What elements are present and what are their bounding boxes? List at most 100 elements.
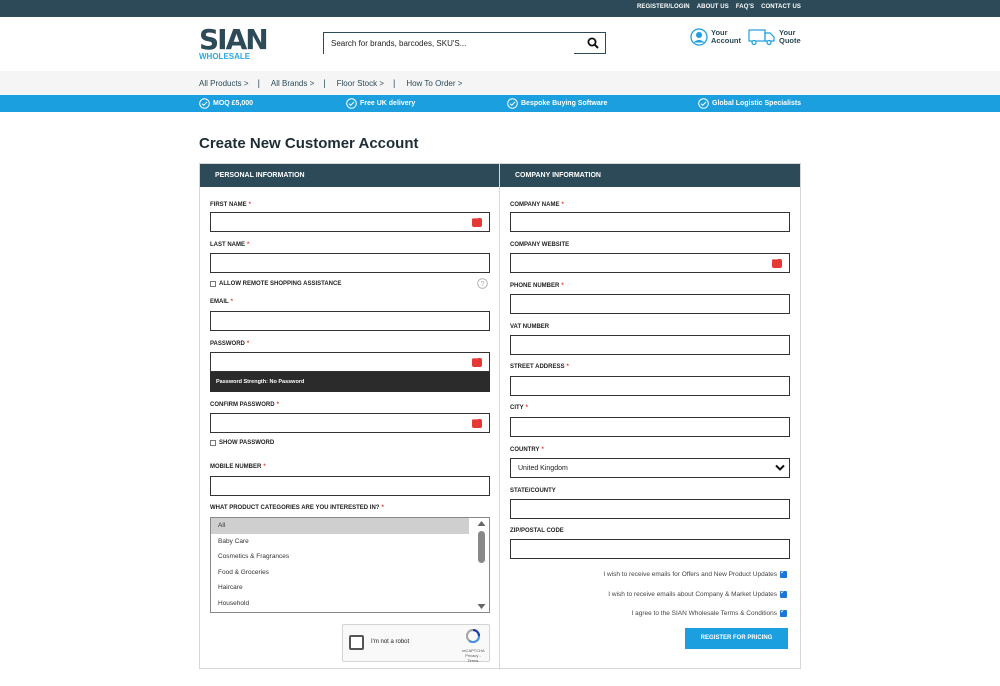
usp-item: Free UK delivery (346, 98, 415, 109)
nav-all-brands[interactable]: All Brands > (271, 79, 314, 88)
usp-text: MOQ £5,000 (213, 100, 254, 107)
country-value: United Kingdom (518, 465, 568, 472)
nav-how-to-order[interactable]: How To Order > (406, 79, 462, 88)
confirm-password-input[interactable] (210, 413, 490, 433)
street-label: STREET ADDRESS * (510, 364, 569, 370)
first-name-input[interactable] (210, 212, 490, 232)
usp-text: Global Logistic Specialists (712, 100, 802, 107)
company-info-section: COMPANY INFORMATION COMPANY NAME * COMPAN… (500, 164, 800, 670)
phone-input[interactable] (510, 294, 790, 314)
quote-line2: Quote (779, 36, 801, 45)
mobile-input[interactable] (210, 476, 490, 496)
country-label: COUNTRY * (510, 447, 544, 453)
categories-label: WHAT PRODUCT CATEGORIES ARE YOU INTEREST… (210, 505, 384, 511)
zip-input[interactable] (510, 539, 790, 559)
company-website-input[interactable] (510, 253, 790, 273)
page-title: Create New Customer Account (199, 135, 419, 152)
password-strength-meter: Password Strength: No Password (210, 372, 490, 392)
site-logo[interactable]: SIAN WHOLESALE (199, 26, 269, 62)
your-quote-link[interactable]: Your Quote (748, 28, 801, 46)
registration-form: PERSONAL INFORMATION FIRST NAME* LAST NA… (199, 163, 801, 670)
company-name-input[interactable] (510, 212, 790, 232)
category-option[interactable]: All (211, 518, 469, 534)
svg-text:?: ? (481, 281, 485, 288)
company-updates-optin-checkbox[interactable] (780, 588, 787, 598)
faqs-link[interactable]: FAQ'S (736, 4, 754, 10)
contact-us-link[interactable]: CONTACT US (761, 4, 801, 10)
autofill-icon[interactable] (472, 216, 482, 227)
show-password-checkbox[interactable]: SHOW PASSWORD (210, 440, 274, 446)
recaptcha-links[interactable]: Privacy - Terms (462, 653, 484, 663)
nav-divider: | (323, 78, 326, 88)
listbox-scrollbar[interactable] (475, 518, 488, 612)
top-links: REGISTER/LOGIN ABOUT US FAQ'S CONTACT US (637, 4, 801, 10)
checkbox-box[interactable] (210, 281, 216, 287)
street-input[interactable] (510, 376, 790, 396)
last-name-input[interactable] (210, 253, 490, 273)
show-password-label: SHOW PASSWORD (219, 440, 275, 446)
mobile-label: MOBILE NUMBER * (210, 464, 266, 470)
terms-optin-checkbox[interactable] (780, 607, 787, 617)
city-label: CITY * (510, 405, 529, 411)
password-label: PASSWORD * (210, 341, 250, 347)
email-input[interactable] (210, 311, 490, 331)
usp-text: Free UK delivery (360, 100, 416, 107)
company-website-label: COMPANY WEBSITE (510, 242, 570, 248)
offers-optin[interactable]: I wish to receive emails for Offers and … (603, 568, 787, 578)
search-icon[interactable] (587, 37, 599, 49)
vat-label: VAT NUMBER (510, 324, 550, 330)
help-icon[interactable]: ? (477, 278, 488, 289)
usp-bar: MOQ £5,000 Free UK delivery Bespoke Buyi… (0, 95, 1000, 112)
register-login-link[interactable]: REGISTER/LOGIN (637, 4, 690, 10)
autofill-icon[interactable] (472, 417, 482, 428)
personal-info-heading: PERSONAL INFORMATION (200, 164, 499, 187)
first-name-label: FIRST NAME * (210, 202, 252, 208)
recaptcha-checkbox[interactable] (349, 635, 364, 650)
main-nav: All Products > | All Brands > | Floor St… (0, 71, 1000, 95)
company-updates-optin[interactable]: I wish to receive emails about Company &… (608, 588, 787, 598)
recaptcha-label: I'm not a robot (371, 639, 410, 645)
country-select[interactable]: United Kingdom (510, 458, 790, 478)
state-input[interactable] (510, 499, 790, 519)
password-input[interactable] (210, 352, 490, 372)
offers-optin-checkbox[interactable] (780, 568, 787, 578)
nav-floor-stock[interactable]: Floor Stock > (337, 79, 384, 88)
company-updates-optin-label: I wish to receive emails about Company &… (608, 591, 777, 598)
personal-info-section: PERSONAL INFORMATION FIRST NAME* LAST NA… (200, 164, 500, 670)
autofill-icon[interactable] (472, 356, 482, 367)
top-bar: REGISTER/LOGIN ABOUT US FAQ'S CONTACT US (0, 0, 1000, 17)
truck-icon (748, 29, 775, 46)
about-us-link[interactable]: ABOUT US (697, 4, 729, 10)
recaptcha-icon (465, 628, 481, 644)
category-option[interactable]: Baby Care (211, 534, 469, 550)
recaptcha-widget: I'm not a robot reCAPTCHA Privacy - Term… (342, 624, 490, 663)
vat-input[interactable] (510, 335, 790, 355)
categories-listbox[interactable]: All Baby Care Cosmetics & Fragrances Foo… (210, 517, 490, 613)
check-circle-icon (698, 98, 709, 109)
your-account-link[interactable]: Your Account (690, 28, 741, 46)
remote-assistance-checkbox[interactable]: ALLOW REMOTE SHOPPING ASSISTANCE (210, 281, 341, 287)
offers-optin-label: I wish to receive emails for Offers and … (603, 571, 777, 578)
logo-main: SIAN (199, 23, 269, 56)
nav-all-products[interactable]: All Products > (199, 79, 249, 88)
usp-item: MOQ £5,000 (199, 98, 253, 109)
account-line2: Account (711, 36, 741, 45)
register-for-pricing-button[interactable]: REGISTER FOR PRICING (685, 628, 788, 649)
nav-divider: | (392, 78, 396, 88)
email-label: EMAIL * (210, 299, 234, 305)
category-option[interactable]: Haircare (211, 580, 469, 596)
city-input[interactable] (510, 417, 790, 437)
category-option[interactable]: Household (211, 596, 469, 612)
zip-label: ZIP/POSTAL CODE (510, 528, 564, 534)
last-name-label: LAST NAME * (210, 242, 250, 248)
search-box (323, 32, 606, 54)
terms-optin[interactable]: I agree to the SIAN Wholesale Terms & Co… (631, 607, 787, 617)
category-option[interactable]: Food & Groceries (211, 565, 469, 581)
terms-optin-label: I agree to the SIAN Wholesale Terms & Co… (631, 610, 777, 617)
checkbox-box[interactable] (210, 440, 216, 446)
usp-item: Bespoke Buying Software (507, 98, 607, 109)
search-input[interactable] (324, 33, 574, 54)
category-option[interactable]: Cosmetics & Fragrances (211, 549, 469, 565)
company-info-heading: COMPANY INFORMATION (500, 164, 800, 187)
autofill-icon[interactable] (772, 257, 782, 268)
